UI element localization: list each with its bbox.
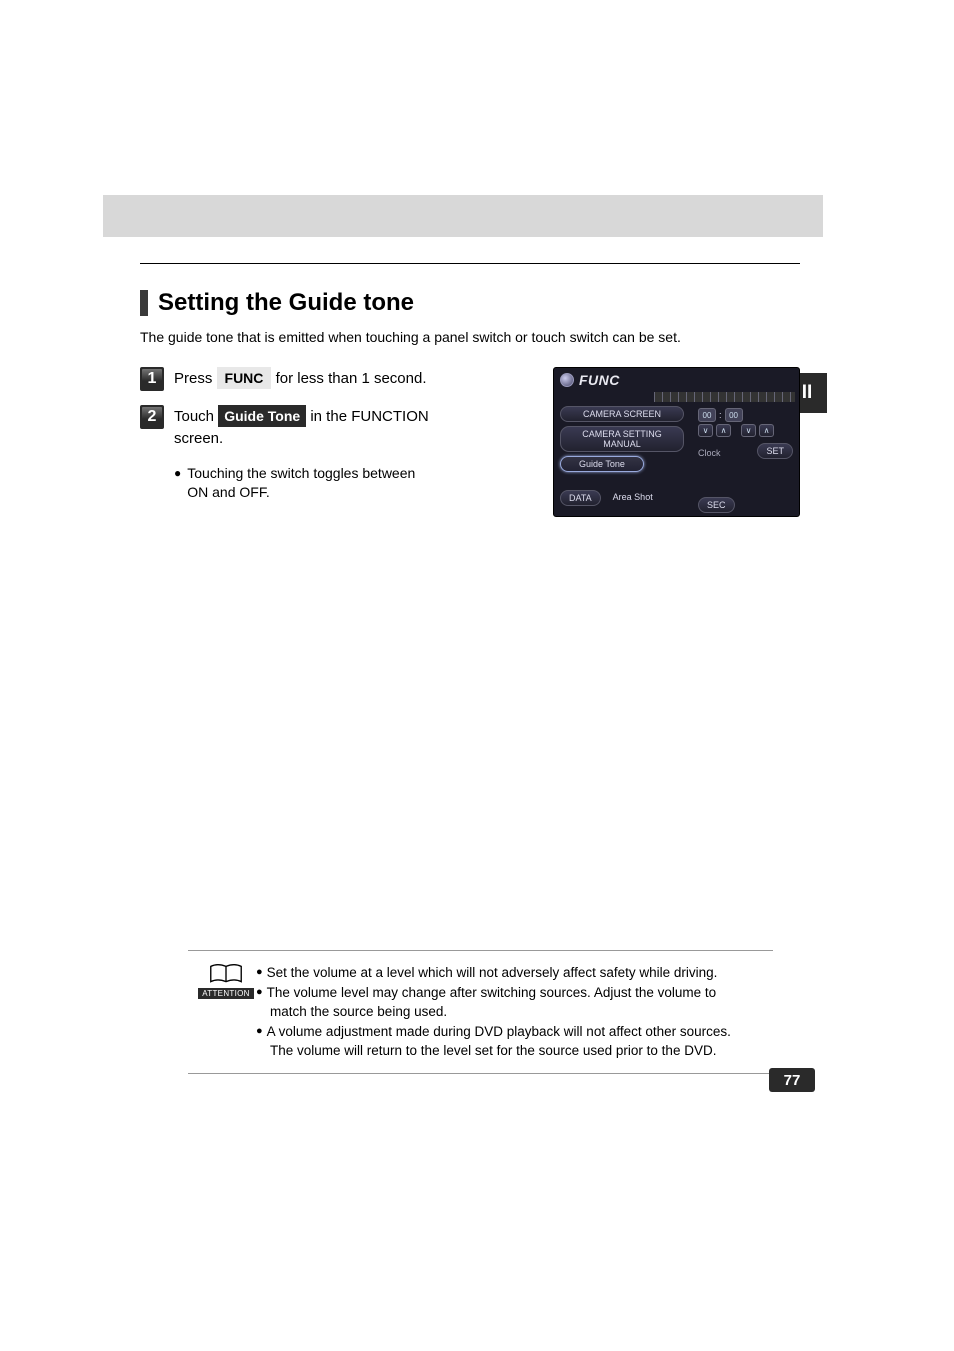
area-shot-button[interactable]: Area Shot: [605, 490, 661, 506]
screenshot-bottom-row: DATA Area Shot: [560, 490, 661, 510]
screenshot-decor: [560, 392, 795, 402]
clock-digits-row: 00 : 00: [698, 408, 793, 422]
hour-digit: 00: [698, 408, 716, 422]
hour-up-icon[interactable]: ∧: [716, 424, 731, 437]
page-number: 77: [769, 1068, 815, 1092]
step-number: 2: [140, 405, 164, 429]
step-text-pre: Press: [174, 370, 217, 387]
clock-arrows-row: ∨ ∧ ∨ ∧: [698, 424, 793, 437]
bullet-icon: ●: [256, 983, 263, 1003]
header-gray-bar: [103, 195, 823, 237]
step-bullet: ● Touching the switch toggles between ON…: [174, 464, 430, 503]
step-number: 1: [140, 367, 164, 391]
attention-item: ● Set the volume at a level which will n…: [256, 963, 731, 983]
attention-line: Set the volume at a level which will not…: [267, 963, 718, 983]
step-text-pre: Touch: [174, 408, 218, 425]
bullet-icon: ●: [256, 963, 263, 983]
attention-line-cont: The volume will return to the level set …: [256, 1041, 731, 1061]
colon: :: [719, 410, 722, 420]
divider: [140, 263, 800, 264]
step-1: 1 Press FUNC for less than 1 second.: [140, 367, 430, 391]
intro-text: The guide tone that is emitted when touc…: [140, 329, 800, 345]
attention-line: The volume level may change after switch…: [267, 983, 716, 1003]
minute-up-icon[interactable]: ∧: [759, 424, 774, 437]
data-button[interactable]: DATA: [560, 490, 601, 506]
steps-column: 1 Press FUNC for less than 1 second. 2 T…: [140, 367, 430, 503]
screenshot-column: FUNC CAMERA SCREEN CAMERA SETTING MANUAL…: [430, 367, 800, 517]
clock-set-row: Clock SET: [698, 443, 793, 463]
screenshot-body: CAMERA SCREEN CAMERA SETTING MANUAL Guid…: [560, 406, 793, 510]
step-2-wrap: 2 Touch Guide Tone in the FUNCTION scree…: [140, 405, 430, 503]
sec-row: SEC: [698, 497, 793, 517]
clock-label: Clock: [698, 448, 721, 458]
screenshot-logo-icon: [560, 373, 574, 387]
screenshot-left: CAMERA SCREEN CAMERA SETTING MANUAL Guid…: [560, 406, 690, 510]
bullet-icon: ●: [174, 464, 181, 503]
step-body: Press FUNC for less than 1 second.: [174, 367, 427, 390]
screenshot-title: FUNC: [579, 372, 620, 388]
set-button[interactable]: SET: [757, 443, 793, 459]
device-screenshot: FUNC CAMERA SCREEN CAMERA SETTING MANUAL…: [553, 367, 800, 517]
screenshot-right: 00 : 00 ∨ ∧ ∨ ∧ Clock: [690, 406, 793, 510]
attention-item: ● A volume adjustment made during DVD pl…: [256, 1022, 731, 1042]
screenshot-header: FUNC: [554, 368, 799, 390]
camera-setting-button[interactable]: CAMERA SETTING MANUAL: [560, 426, 684, 452]
two-column-layout: 1 Press FUNC for less than 1 second. 2 T…: [140, 367, 800, 517]
book-icon: [209, 963, 243, 985]
bullet-text: Touching the switch toggles between ON a…: [187, 464, 430, 503]
guide-tone-button-label: Guide Tone: [218, 405, 306, 427]
attention-icon-column: ATTENTION: [196, 963, 256, 1061]
minute-down-icon[interactable]: ∨: [741, 424, 756, 437]
attention-item: ● The volume level may change after swit…: [256, 983, 731, 1003]
hour-down-icon[interactable]: ∨: [698, 424, 713, 437]
guide-tone-button[interactable]: Guide Tone: [560, 456, 644, 472]
sec-button[interactable]: SEC: [698, 497, 735, 513]
attention-line-cont: match the source being used.: [256, 1002, 731, 1022]
step-text-post: for less than 1 second.: [276, 370, 427, 387]
attention-line: A volume adjustment made during DVD play…: [267, 1022, 731, 1042]
minute-digit: 00: [725, 408, 743, 422]
step-2: 2 Touch Guide Tone in the FUNCTION scree…: [140, 405, 430, 450]
camera-screen-button[interactable]: CAMERA SCREEN: [560, 406, 684, 422]
attention-text: ● Set the volume at a level which will n…: [256, 963, 731, 1061]
section-title: Setting the Guide tone: [158, 289, 414, 317]
attention-label: ATTENTION: [198, 988, 253, 999]
bullet-icon: ●: [256, 1022, 263, 1042]
section-heading: Setting the Guide tone: [140, 289, 800, 317]
func-button-label: FUNC: [217, 367, 272, 389]
title-accent-bar: [140, 290, 148, 316]
attention-box: ATTENTION ● Set the volume at a level wh…: [188, 950, 773, 1074]
main-content: Setting the Guide tone The guide tone th…: [140, 263, 800, 517]
step-body: Touch Guide Tone in the FUNCTION screen.: [174, 405, 430, 450]
